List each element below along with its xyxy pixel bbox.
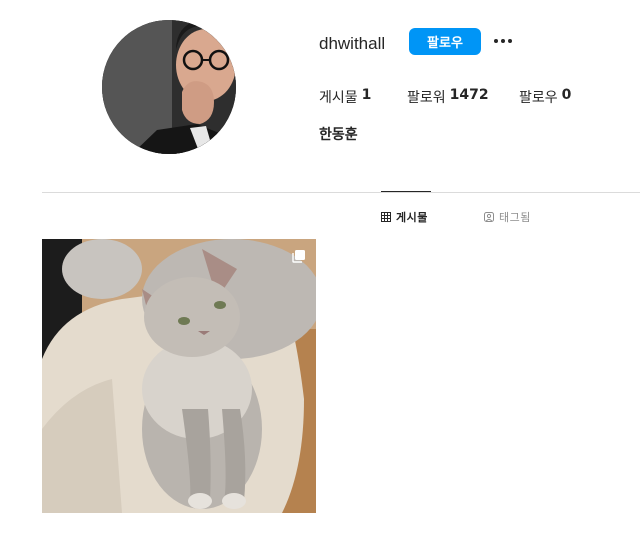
more-dot [501, 39, 505, 43]
posts-label: 게시물 [319, 90, 358, 106]
followers-label: 팔로워 [407, 90, 446, 106]
tab-tagged-label: 태그됨 [499, 211, 531, 224]
posts-count: 1 [361, 87, 372, 103]
tagged-icon [484, 212, 494, 222]
profile-avatar[interactable] [102, 20, 236, 154]
more-dot [508, 39, 512, 43]
stat-following[interactable]: 팔로우 0 [519, 87, 571, 107]
profile-username: dhwithall [319, 34, 386, 53]
following-count: 0 [561, 87, 572, 103]
tab-posts-label: 게시물 [396, 211, 428, 224]
following-label: 팔로우 [519, 90, 558, 106]
tab-tagged[interactable]: 태그됨 [484, 209, 531, 225]
carousel-icon [292, 250, 305, 263]
tab-posts[interactable]: 게시물 [381, 209, 428, 225]
followers-count: 1472 [449, 87, 489, 103]
section-divider [42, 192, 640, 193]
stat-followers[interactable]: 팔로워 1472 [407, 87, 519, 107]
post-thumbnail[interactable] [42, 239, 316, 513]
active-tab-indicator [381, 191, 431, 192]
avatar-image [102, 20, 236, 154]
profile-full-name: 한동훈 [319, 127, 358, 143]
stat-posts: 게시물 1 [319, 87, 407, 107]
grid-icon [381, 212, 391, 222]
more-options-icon[interactable] [491, 32, 515, 50]
follow-button[interactable]: 팔로우 [409, 28, 481, 55]
profile-stats: 게시물 1 팔로워 1472 팔로우 0 [319, 87, 571, 107]
cat-photo [42, 239, 316, 513]
more-dot [494, 39, 498, 43]
